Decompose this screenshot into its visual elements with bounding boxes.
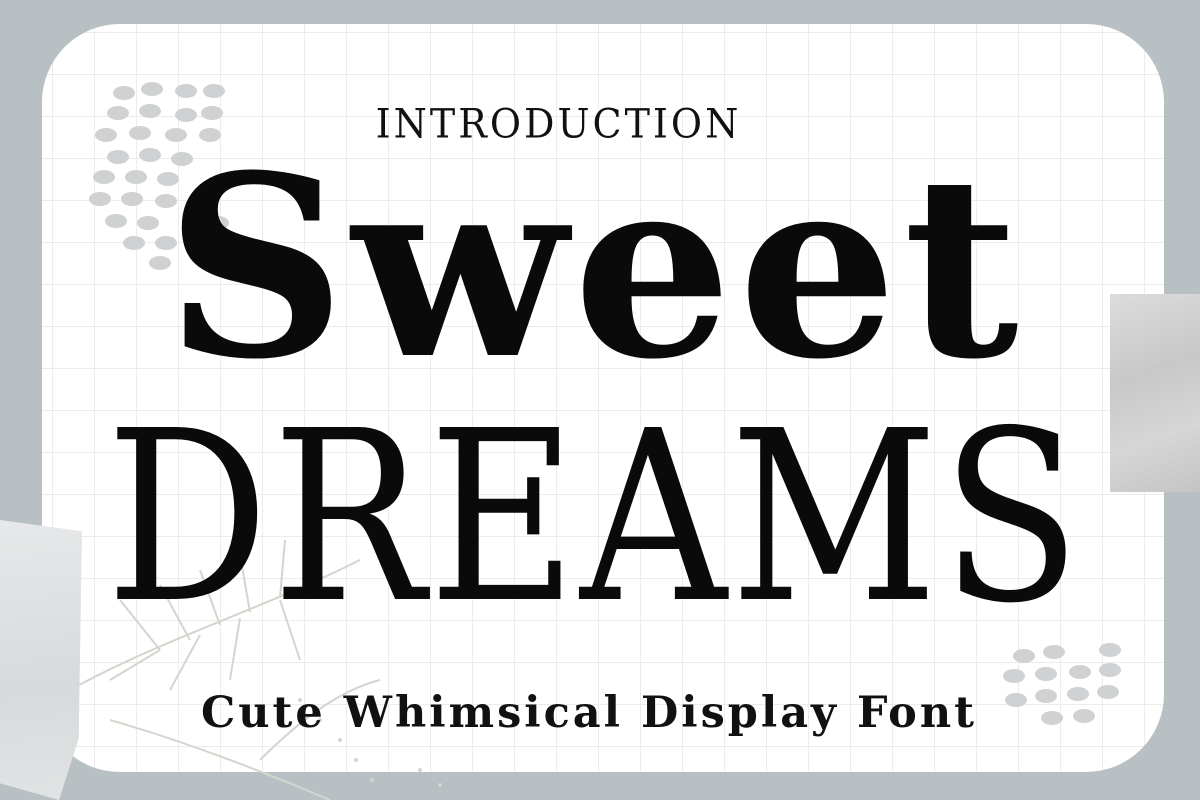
title-line-2: DREAMS	[106, 380, 1084, 655]
title-line-1: Sweet	[165, 120, 1025, 414]
title-block: INTRODUCTION Sweet DREAMS Cute Whimsical…	[0, 0, 1200, 800]
subtitle: Cute Whimsical Display Font	[201, 688, 977, 738]
